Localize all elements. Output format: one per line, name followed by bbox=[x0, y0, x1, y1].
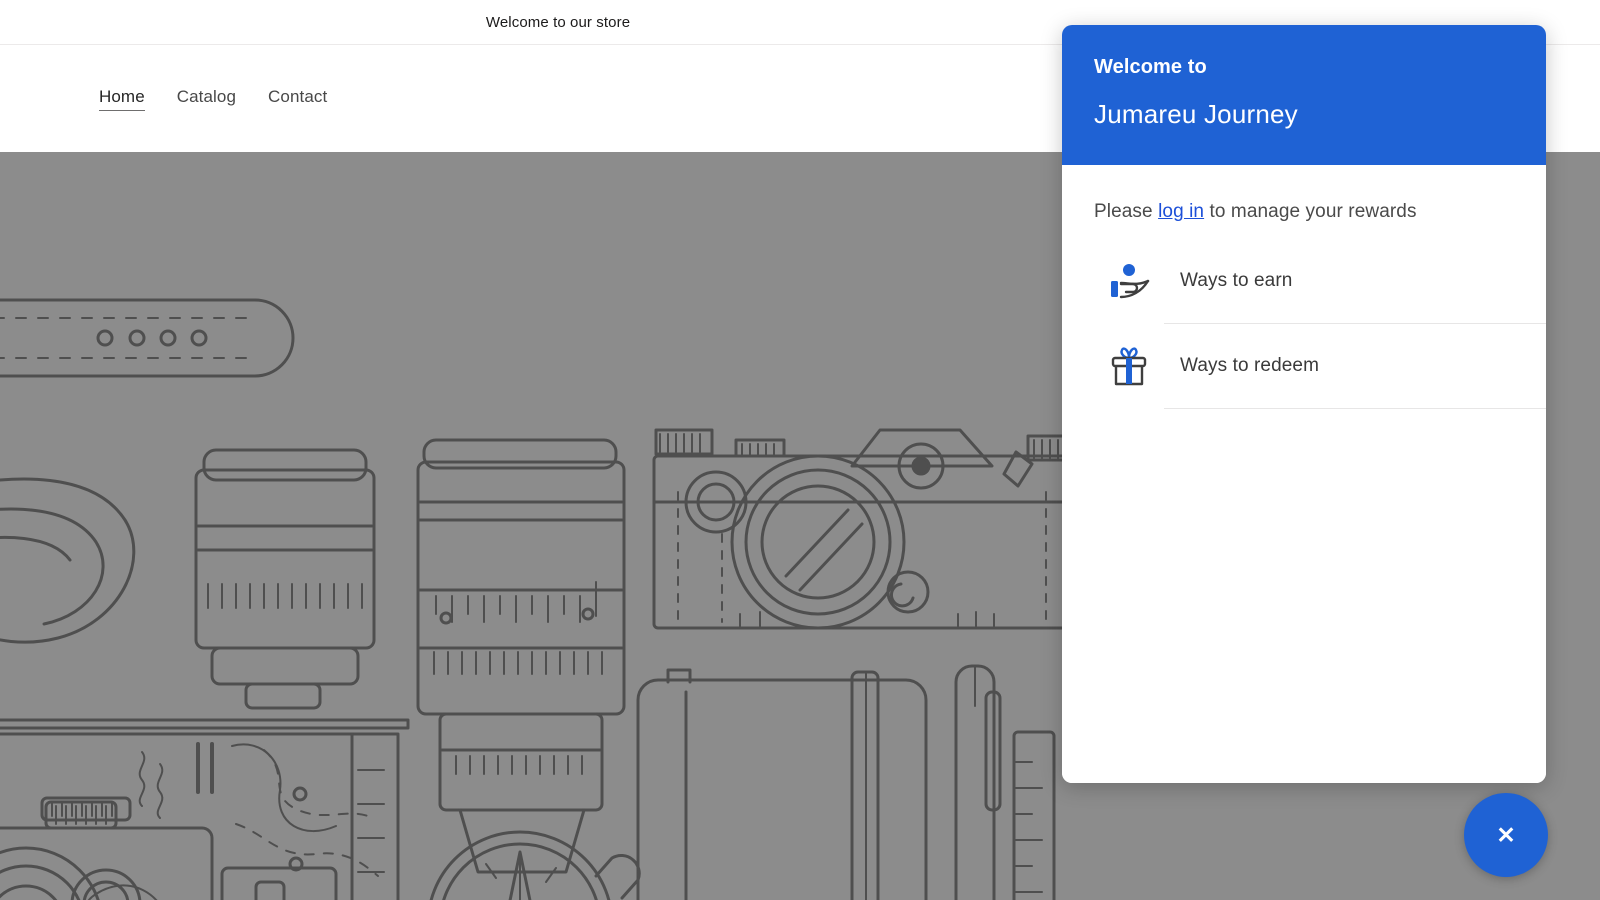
nav-link-contact[interactable]: Contact bbox=[268, 87, 327, 110]
login-prompt-suffix: to manage your rewards bbox=[1204, 201, 1417, 222]
menu-label-wrap: Ways to redeem bbox=[1164, 324, 1546, 409]
hand-coin-icon bbox=[1094, 262, 1164, 302]
menu-label-wrap: Ways to earn bbox=[1164, 239, 1546, 324]
close-icon: ✕ bbox=[1496, 821, 1516, 848]
login-prompt-prefix: Please bbox=[1094, 201, 1159, 222]
menu-item-label: Ways to redeem bbox=[1180, 355, 1320, 376]
menu-item-ways-to-earn[interactable]: Ways to earn bbox=[1094, 239, 1546, 324]
menu-item-ways-to-redeem[interactable]: Ways to redeem bbox=[1094, 324, 1546, 409]
rewards-panel-body: Please log in to manage your rewards Way… bbox=[1062, 165, 1546, 783]
rewards-close-button[interactable]: ✕ bbox=[1464, 793, 1548, 877]
rewards-panel: Welcome to Jumareu Journey Please log in… bbox=[1062, 25, 1546, 783]
panel-welcome-label: Welcome to bbox=[1094, 56, 1207, 78]
announcement-text: Welcome to our store bbox=[485, 13, 631, 31]
login-link[interactable]: log in bbox=[1158, 201, 1204, 222]
app-screen: Welcome to our store ney Home Catalog Co… bbox=[0, 0, 1600, 900]
main-nav: Home Catalog Contact bbox=[99, 87, 327, 111]
login-prompt: Please log in to manage your rewards bbox=[1062, 165, 1546, 223]
menu-item-label: Ways to earn bbox=[1180, 270, 1293, 291]
gift-icon bbox=[1094, 346, 1164, 388]
nav-link-home[interactable]: Home bbox=[99, 87, 145, 111]
rewards-menu: Ways to earn Ways to redeem bbox=[1062, 239, 1546, 409]
rewards-panel-header: Welcome to Jumareu Journey bbox=[1062, 25, 1546, 165]
panel-program-name: Jumareu Journey bbox=[1094, 99, 1298, 129]
nav-link-catalog[interactable]: Catalog bbox=[177, 87, 236, 110]
